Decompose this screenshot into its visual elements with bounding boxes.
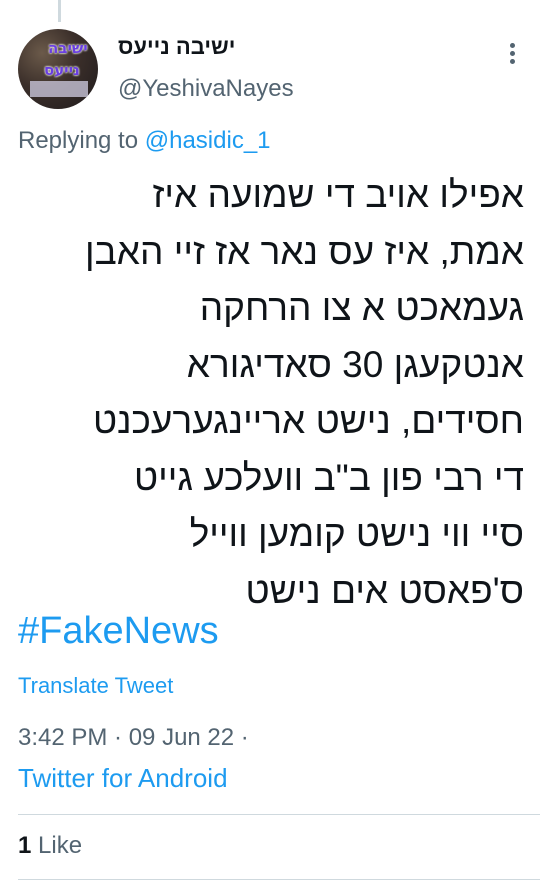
tweet-text-line: אמת, איז עס נאר אז זיי האבן	[85, 230, 524, 272]
reply-to-link[interactable]: @hasidic_1	[145, 127, 271, 154]
tweet-text-line: אפילו אויב די שמועה איז	[152, 174, 524, 215]
likes-count[interactable]: 1 Like	[18, 832, 82, 860]
avatar-band	[30, 81, 88, 97]
divider	[18, 814, 540, 815]
replying-to-label: Replying to	[18, 127, 139, 154]
avatar-logo-text-bottom: נייעס	[44, 61, 80, 79]
more-vertical-icon[interactable]	[500, 40, 524, 68]
replying-to: Replying to @hasidic_1	[18, 127, 271, 155]
tweet-text-line: אנטקעגן 30 סאדיגורא	[186, 343, 524, 385]
tweet-text: אפילו אויב די שמועה איז אמת, איז עס נאר …	[14, 167, 524, 619]
author-display-name[interactable]: ישיבה נייעס	[118, 34, 235, 60]
tweet-text-line: חסידים, נישט אריינגערעכנט	[92, 400, 524, 441]
tweet-text-line: די רבי פון ב"ב וועלכע גייט	[134, 456, 524, 498]
tweet-text-line: סיי ווי נישט קומען ווייל	[189, 513, 524, 554]
likes-label: Like	[38, 832, 83, 859]
translate-tweet-link[interactable]: Translate Tweet	[18, 673, 173, 699]
tweet-text-line: געמאכט א צו הרחקה	[199, 287, 524, 328]
avatar[interactable]: ישיבה נייעס	[18, 29, 98, 109]
author-handle[interactable]: @YeshivaNayes	[118, 75, 294, 103]
tweet-timestamp[interactable]: 3:42 PM · 09 Jun 22 ·	[18, 724, 249, 752]
tweet-source-link[interactable]: Twitter for Android	[18, 763, 228, 794]
hashtag-link[interactable]: #FakeNews	[18, 610, 219, 653]
thread-line	[58, 0, 61, 22]
avatar-logo-text-top: ישיבה	[48, 39, 88, 57]
divider	[18, 879, 540, 880]
likes-number: 1	[18, 832, 32, 859]
